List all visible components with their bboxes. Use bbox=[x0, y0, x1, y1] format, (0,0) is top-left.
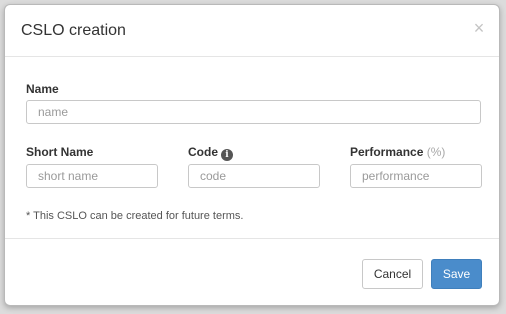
performance-label: Performance bbox=[350, 145, 424, 159]
name-input[interactable] bbox=[26, 100, 481, 124]
code-label-group: Code i bbox=[188, 145, 233, 161]
short-name-input[interactable] bbox=[26, 164, 158, 188]
performance-input[interactable] bbox=[350, 164, 482, 188]
cslo-creation-dialog: CSLO creation × Name Short Name Codei Pe… bbox=[4, 4, 500, 306]
dialog-header: CSLO creation × bbox=[5, 5, 499, 57]
performance-label-group: Performance (%) bbox=[350, 145, 445, 159]
future-terms-note: * This CSLO can be created for future te… bbox=[26, 210, 244, 222]
cancel-button[interactable]: Cancel bbox=[362, 259, 423, 289]
save-button[interactable]: Save bbox=[431, 259, 482, 289]
name-label: Name bbox=[26, 82, 59, 96]
close-icon[interactable]: × bbox=[471, 19, 487, 37]
info-icon[interactable]: i bbox=[221, 149, 233, 161]
dialog-title: CSLO creation bbox=[21, 22, 126, 39]
code-label: Code bbox=[188, 145, 218, 159]
code-input[interactable] bbox=[188, 164, 320, 188]
short-name-label: Short Name bbox=[26, 145, 94, 159]
performance-unit: (%) bbox=[426, 145, 446, 159]
footer-divider bbox=[5, 238, 499, 239]
